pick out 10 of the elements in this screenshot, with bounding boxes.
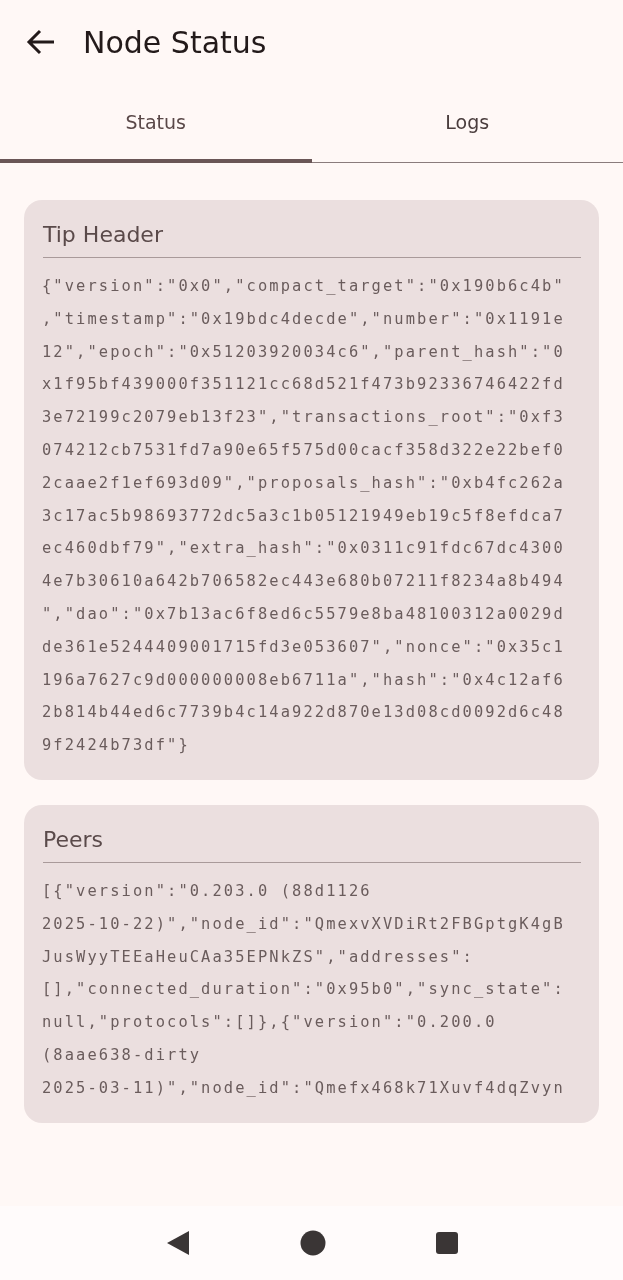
recents-nav-icon[interactable]	[436, 1232, 459, 1254]
tab[interactable]: Status	[0, 84, 312, 163]
json-text: {"version":"0x0","compact_target":"0x190b6c4b" ,"timestamp":"0x19bdc4decde","number":"0x1191e 12","epoch":"0x51203920034c6","parent_hash":"0 x1f95bf439000f351121cc68d521f473b92336746422fd 3e72199c2079eb13f23","transactions_root":"0xf3 074212cb7531fd7a90e65f575d00cacf358d322e22bef0 2caae2f1ef693d09","proposals_hash":"0xb4fc262a 3c17ac5b98693772dc5a3c1b05121949eb19c5f8efdca7 ec460dbf79","extra_hash":"0x0311c91fdc67dc4300 4e7b30610a642b706582ec443e680b07211f8234a8b494 ","dao":"0x7b13ac6f8ed6c5579e8ba48100312a0029d de361e5244409001715fd3e053607","nonce":"0x35c1 196a7627c9d000000008eb6711a","hash":"0x4c12af6 2b814b44ed6c7739b4c14a922d870e13d08cd0092d6c48 9f2424b73df"}	[42, 276, 566, 757]
tab[interactable]: Logs	[311, 84, 623, 163]
json-text: [{"version":"0.203.0 (88d1126 2025-10-22)","node_id":"QmexvXVDiRt2FBGptgK4gB JusWyyTEEaHeuCAa35EPNkZS","addresses": [],"connected_duration":"0x95b0","sync_state": null,"protocols":[]},{"version":"0.200.0 (8aae638-dirty 2025-03-11)","node_id":"Qmefx468k71Xuvf4dqZvyn	[42, 880, 566, 1099]
home-nav-icon[interactable]	[300, 1230, 327, 1256]
screen-title: Node Status	[83, 24, 267, 60]
back-icon[interactable]	[26, 29, 56, 55]
card-title: Peers	[43, 826, 581, 863]
card-title: Tip Header	[43, 222, 581, 258]
